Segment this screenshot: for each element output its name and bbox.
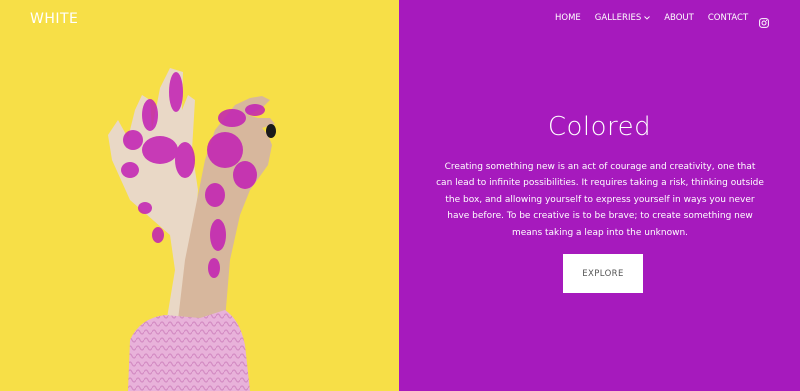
main-nav: HOME GALLERIES ABOUT CONTACT xyxy=(555,13,762,23)
hero-title: Colored xyxy=(547,112,652,142)
nav-item-contact[interactable]: CONTACT xyxy=(708,13,748,23)
hands-glitter-image xyxy=(108,68,276,391)
nav-item-contact-label: CONTACT xyxy=(707,13,749,23)
explore-button[interactable]: EXPLORE xyxy=(563,254,643,293)
site-logo[interactable]: WHITE xyxy=(30,11,78,27)
nav-item-home[interactable]: HOME xyxy=(555,13,581,23)
hero-image-panel xyxy=(0,0,399,391)
nav-item-about[interactable]: ABOUT xyxy=(664,13,694,23)
chevron-down-icon xyxy=(644,15,651,22)
nav-item-galleries-label: GALLERIES xyxy=(594,13,642,23)
nav-item-about-label: ABOUT xyxy=(664,13,694,23)
instagram-icon[interactable] xyxy=(759,13,769,28)
nav-item-galleries[interactable]: GALLERIES xyxy=(594,13,651,23)
nav-item-home-label: HOME xyxy=(555,13,581,23)
hero-description: Creating something new is an act of cour… xyxy=(436,162,764,238)
